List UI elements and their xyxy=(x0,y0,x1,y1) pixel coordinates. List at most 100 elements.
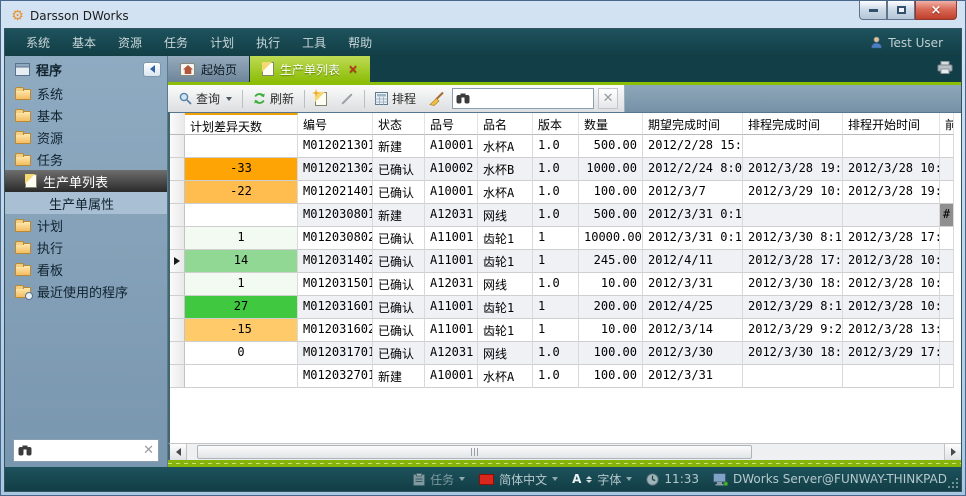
table-cell[interactable]: 10.00 xyxy=(579,273,643,296)
table-cell[interactable]: 水杯A xyxy=(478,365,533,388)
title-bar[interactable]: ⚙ Darsson DWorks × xyxy=(4,4,962,28)
table-cell[interactable]: 2012/3/30 18:00 xyxy=(743,342,843,365)
table-row[interactable]: -33M012021302已确认A10002水杯B1.01000.002012/… xyxy=(170,158,961,181)
table-cell[interactable]: 齿轮1 xyxy=(478,250,533,273)
table-row[interactable]: 1M012031501已确认A12031网线1.010.002012/3/312… xyxy=(170,273,961,296)
table-cell[interactable]: 2012/3/31 0:10 xyxy=(643,204,743,227)
table-cell[interactable]: M012021302 xyxy=(298,158,373,181)
cell-plan-diff-days[interactable]: 1 xyxy=(185,273,298,296)
table-cell[interactable]: A10001 xyxy=(425,365,478,388)
table-cell[interactable]: 网线 xyxy=(478,273,533,296)
edit-button[interactable] xyxy=(335,96,359,102)
record-selector[interactable] xyxy=(170,135,185,158)
table-cell[interactable]: 新建 xyxy=(373,204,425,227)
table-cell[interactable]: 齿轮1 xyxy=(478,227,533,250)
sidebar-item-resource[interactable]: 资源 xyxy=(5,126,167,148)
menu-execute[interactable]: 执行 xyxy=(245,30,291,55)
table-cell[interactable]: 网线 xyxy=(478,342,533,365)
table-cell[interactable]: A12031 xyxy=(425,342,478,365)
table-cell[interactable]: 已确认 xyxy=(373,227,425,250)
record-selector[interactable] xyxy=(170,204,185,227)
table-cell[interactable]: 2012/3/30 xyxy=(643,342,743,365)
restore-button[interactable] xyxy=(887,1,915,20)
table-cell[interactable]: 2012/4/25 xyxy=(643,296,743,319)
table-cell[interactable]: 2012/3/29 9:20 xyxy=(743,319,843,342)
record-selector[interactable] xyxy=(170,342,185,365)
table-cell[interactable]: M012021401 xyxy=(298,181,373,204)
table-cell-overflow[interactable] xyxy=(940,342,954,365)
scrollbar-thumb[interactable] xyxy=(197,445,752,459)
table-cell[interactable]: 2012/3/29 17:46 xyxy=(843,342,940,365)
table-cell[interactable]: 齿轮1 xyxy=(478,296,533,319)
table-cell[interactable]: 1000.00 xyxy=(579,158,643,181)
table-cell[interactable]: A11001 xyxy=(425,227,478,250)
table-cell[interactable]: 1.0 xyxy=(533,204,579,227)
table-cell[interactable]: A11001 xyxy=(425,319,478,342)
table-row[interactable]: -22M012021401已确认A10001水杯A1.0100.002012/3… xyxy=(170,181,961,204)
record-selector[interactable] xyxy=(170,227,185,250)
schedule-button[interactable]: 排程 xyxy=(370,88,421,109)
table-cell[interactable]: 已确认 xyxy=(373,250,425,273)
table-cell[interactable]: A11001 xyxy=(425,296,478,319)
new-button[interactable] xyxy=(310,90,332,108)
sidebar-item-plan[interactable]: 计划 xyxy=(5,214,167,236)
table-cell-overflow[interactable] xyxy=(940,181,954,204)
table-cell[interactable]: M012030801 xyxy=(298,204,373,227)
sidebar-search-input[interactable] xyxy=(36,444,139,458)
record-selector[interactable] xyxy=(170,273,185,296)
table-cell[interactable]: 100.00 xyxy=(579,342,643,365)
sidebar-item-basic[interactable]: 基本 xyxy=(5,104,167,126)
table-cell[interactable]: 10.00 xyxy=(579,319,643,342)
cell-plan-diff-days[interactable]: -15 xyxy=(185,319,298,342)
table-cell[interactable]: 1.0 xyxy=(533,365,579,388)
sidebar-item-execute[interactable]: 执行 xyxy=(5,236,167,258)
table-cell[interactable]: 1 xyxy=(533,250,579,273)
table-cell[interactable]: 网线 xyxy=(478,204,533,227)
cell-plan-diff-days[interactable]: 1 xyxy=(185,227,298,250)
table-cell[interactable]: 2012/3/31 xyxy=(643,365,743,388)
table-cell[interactable] xyxy=(843,135,940,158)
table-cell[interactable]: 2012/3/28 17:13 xyxy=(743,250,843,273)
cell-plan-diff-days[interactable]: 27 xyxy=(185,296,298,319)
column-header[interactable]: 数量 xyxy=(579,113,643,135)
table-cell[interactable]: 1.0 xyxy=(533,181,579,204)
table-cell[interactable]: 2012/3/28 10:52 xyxy=(843,273,940,296)
table-cell[interactable]: 新建 xyxy=(373,365,425,388)
table-cell-overflow[interactable]: # xyxy=(940,204,954,227)
column-header[interactable]: 前 xyxy=(940,113,954,135)
close-button[interactable]: × xyxy=(915,1,957,20)
table-cell[interactable]: A12031 xyxy=(425,273,478,296)
table-cell[interactable]: 水杯A xyxy=(478,135,533,158)
column-header[interactable]: 状态 xyxy=(373,113,425,135)
table-cell-overflow[interactable] xyxy=(940,273,954,296)
table-cell[interactable]: 2012/3/29 10:20 xyxy=(743,181,843,204)
table-cell[interactable]: 2012/3/7 xyxy=(643,181,743,204)
minimize-button[interactable] xyxy=(859,1,887,20)
table-cell[interactable]: 已确认 xyxy=(373,158,425,181)
table-cell[interactable]: 2012/3/28 19:10 xyxy=(743,158,843,181)
table-cell[interactable]: 已确认 xyxy=(373,296,425,319)
table-cell[interactable]: M012031701 xyxy=(298,342,373,365)
table-cell[interactable]: 1 xyxy=(533,296,579,319)
table-cell[interactable] xyxy=(743,135,843,158)
menu-task[interactable]: 任务 xyxy=(153,30,199,55)
table-cell[interactable] xyxy=(843,204,940,227)
table-cell[interactable]: 2012/3/30 18:00 xyxy=(743,273,843,296)
table-cell[interactable]: 2012/3/31 xyxy=(643,273,743,296)
cell-plan-diff-days[interactable] xyxy=(185,204,298,227)
sidebar-item-production-order-props[interactable]: 生产单属性 xyxy=(5,192,167,214)
table-cell[interactable]: 已确认 xyxy=(373,342,425,365)
sidebar-item-task[interactable]: 任务 xyxy=(5,148,167,170)
status-task[interactable]: 任务 xyxy=(413,471,465,488)
toolbar-search-input[interactable] xyxy=(473,92,590,106)
table-row[interactable]: M012021301新建A10001水杯A1.0500.002012/2/28 … xyxy=(170,135,961,158)
table-cell[interactable]: A10001 xyxy=(425,135,478,158)
table-row[interactable]: 14M012031402已确认A11001齿轮11245.002012/4/11… xyxy=(170,250,961,273)
table-cell[interactable]: 2012/3/31 0:17 xyxy=(643,227,743,250)
table-row[interactable]: -15M012031602已确认A11001齿轮1110.002012/3/14… xyxy=(170,319,961,342)
table-cell-overflow[interactable] xyxy=(940,250,954,273)
table-cell[interactable]: 水杯A xyxy=(478,181,533,204)
table-cell[interactable]: M012030802 xyxy=(298,227,373,250)
table-cell[interactable]: 2012/3/28 17:13 xyxy=(843,227,940,250)
clear-search-button[interactable]: ✕ xyxy=(598,88,618,109)
